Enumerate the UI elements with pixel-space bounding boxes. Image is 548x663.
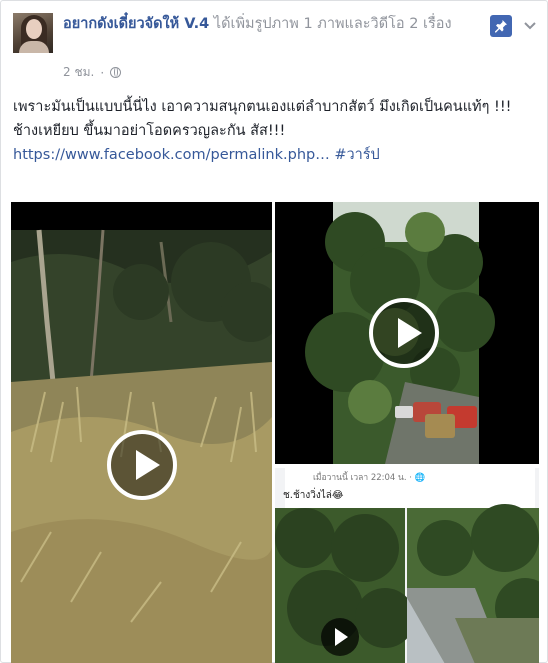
- post-action-text: ได้เพิ่มรูปภาพ 1 ภาพและวิดีโอ 2 เรื่อง: [213, 16, 452, 32]
- media-grid: เมื่อวานนี้ เวลา 22:04 น. · 🌐 ช.ช้างวิ่ง…: [11, 202, 539, 663]
- play-icon[interactable]: [369, 298, 439, 368]
- pin-button[interactable]: [490, 15, 512, 37]
- play-icon[interactable]: [107, 430, 177, 500]
- post-meta: 2 ชม. ·: [63, 63, 122, 82]
- post-text-line-2: ช้างเหยียบ ขึ้นมาอย่าโอดครวญละกัน สัส!!!: [13, 123, 286, 139]
- photo-tile[interactable]: เมื่อวานนี้ เวลา 22:04 น. · 🌐 ช.ช้างวิ่ง…: [275, 468, 539, 663]
- post-menu-button[interactable]: [521, 17, 539, 35]
- post-header: อยากดังเดี๋ยวจัดให้ V.4 ได้เพิ่มรูปภาพ 1…: [63, 13, 483, 36]
- page-avatar[interactable]: [13, 13, 53, 53]
- post-body: เพราะมันเป็นแบบนี้นี่ไง เอาความสนุกตนเอง…: [13, 95, 539, 167]
- permalink-link[interactable]: https://www.facebook.com/permalink.php…: [13, 147, 330, 163]
- video-tile-1[interactable]: [11, 202, 272, 663]
- post-link-line: https://www.facebook.com/permalink.php… …: [13, 143, 539, 167]
- post-timestamp[interactable]: 2 ชม.: [63, 63, 94, 82]
- chevron-down-icon: [524, 22, 536, 30]
- pin-icon: [495, 20, 507, 33]
- post-text-line-1: เพราะมันเป็นแบบนี้นี่ไง เอาความสนุกตนเอง…: [13, 99, 512, 115]
- globe-icon[interactable]: [110, 67, 122, 78]
- embedded-comment: ช.ช้างวิ่งไล่😂: [283, 490, 344, 501]
- video-tile-2[interactable]: [275, 202, 539, 464]
- embedded-caption: เมื่อวานนี้ เวลา 22:04 น. · 🌐: [313, 473, 426, 483]
- hashtag-link[interactable]: #วาร์ป: [334, 147, 379, 163]
- page-name-link[interactable]: อยากดังเดี๋ยวจัดให้ V.4: [63, 16, 209, 32]
- play-icon[interactable]: [321, 618, 359, 656]
- meta-separator: ·: [100, 65, 105, 80]
- facebook-post: อยากดังเดี๋ยวจัดให้ V.4 ได้เพิ่มรูปภาพ 1…: [0, 0, 548, 663]
